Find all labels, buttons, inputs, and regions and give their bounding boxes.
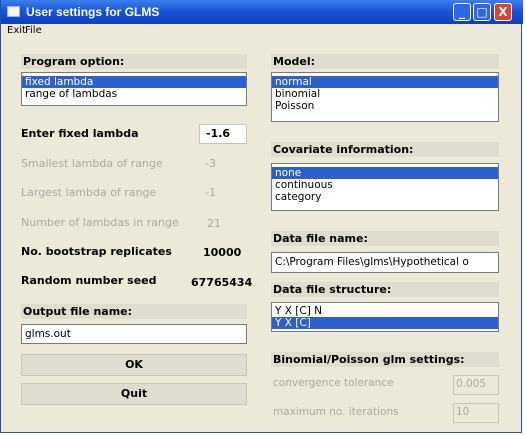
program-option-label: Program option:	[21, 54, 247, 69]
list-item[interactable]: continuous	[272, 179, 498, 191]
data-structure-label: Data file structure:	[271, 282, 499, 297]
app-window-icon	[7, 6, 20, 17]
data-file-label: Data file name:	[271, 231, 499, 246]
bootstrap-input[interactable]: 10000	[203, 246, 241, 259]
iterations-input: 10	[453, 403, 499, 423]
convergence-input: 0.005	[453, 375, 499, 395]
seed-input[interactable]: 67765434	[191, 276, 252, 289]
covariate-label: Covariate information:	[271, 142, 499, 157]
model-list[interactable]: normal binomial Poisson	[271, 72, 499, 122]
list-item[interactable]: category	[272, 191, 498, 203]
number-lambdas-value: 21	[207, 217, 221, 230]
iterations-label: maximum no. iterations	[273, 406, 399, 418]
minimize-button[interactable]: _	[453, 3, 471, 21]
settings-window: User settings for GLMS _ □ X Exit File P…	[0, 0, 523, 433]
seed-label: Random number seed	[21, 274, 157, 287]
list-item[interactable]: Y X [C]	[272, 317, 498, 329]
fixed-lambda-label: Enter fixed lambda	[21, 127, 139, 140]
program-option-list[interactable]: fixed lambda range of lambdas	[21, 72, 247, 106]
output-file-label: Output file name:	[21, 304, 247, 319]
list-item[interactable]: binomial	[272, 88, 498, 100]
list-item[interactable]: none	[272, 167, 498, 179]
list-item[interactable]: Y X [C] N	[272, 305, 498, 317]
largest-lambda-value: -1	[205, 186, 216, 199]
data-file-input[interactable]: C:\Program Files\glms\Hypothetical o	[271, 252, 499, 273]
glm-settings-label: Binomial/Poisson glm settings:	[271, 352, 499, 367]
model-label: Model:	[271, 54, 499, 69]
quit-button[interactable]: Quit	[21, 383, 247, 405]
convergence-label: convergence tolerance	[273, 377, 394, 389]
covariate-list[interactable]: none continuous category	[271, 163, 499, 211]
output-file-input[interactable]: glms.out	[21, 324, 247, 344]
menu-file[interactable]: File	[25, 25, 42, 36]
largest-lambda-label: Largest lambda of range	[21, 186, 157, 199]
title-bar[interactable]: User settings for GLMS _ □ X	[1, 0, 523, 24]
menu-exit[interactable]: Exit	[7, 25, 26, 36]
bootstrap-label: No. bootstrap replicates	[21, 245, 172, 258]
data-structure-list[interactable]: Y X [C] N Y X [C]	[271, 302, 499, 332]
ok-button[interactable]: OK	[21, 354, 247, 376]
number-lambdas-label: Number of lambdas in range	[21, 216, 179, 229]
list-item[interactable]: Poisson	[272, 100, 498, 112]
fixed-lambda-input[interactable]: -1.6	[199, 124, 247, 144]
window-title: User settings for GLMS	[26, 5, 160, 19]
smallest-lambda-value: -3	[205, 157, 216, 170]
list-item[interactable]: range of lambdas	[22, 88, 246, 100]
smallest-lambda-label: Smallest lambda of range	[21, 157, 163, 170]
maximize-button[interactable]: □	[473, 3, 491, 21]
close-button[interactable]: X	[494, 3, 512, 21]
list-item[interactable]: fixed lambda	[22, 76, 246, 88]
list-item[interactable]: normal	[272, 76, 498, 88]
menu-bar: Exit File	[1, 24, 521, 39]
